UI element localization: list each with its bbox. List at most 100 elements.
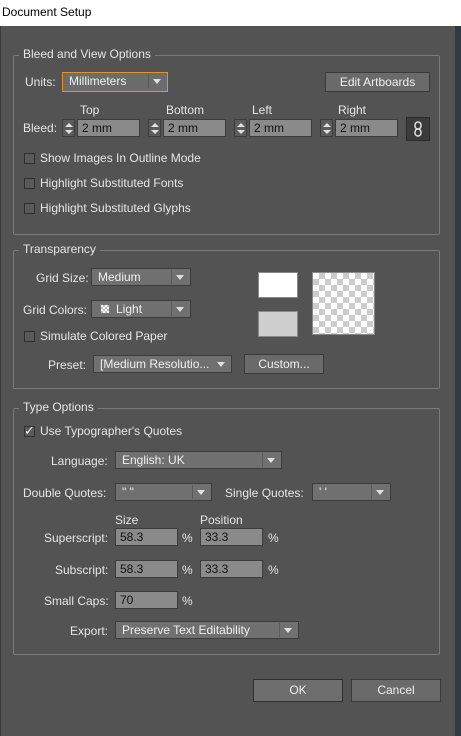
export-dropdown[interactable]: Preserve Text Editability	[115, 621, 299, 639]
chevron-down-icon	[197, 490, 205, 495]
chevron-down-icon	[217, 362, 225, 367]
superscript-size-percent: %	[182, 531, 193, 545]
highlight-glyphs-checkbox[interactable]	[24, 203, 35, 214]
arrow-up-icon	[151, 123, 159, 127]
arrow-down-icon	[151, 130, 159, 134]
bleed-left-header: Left	[252, 103, 273, 117]
grid-colors-separator	[171, 302, 172, 316]
grid-size-dropdown[interactable]: Medium	[91, 268, 191, 286]
bleed-label: Bleed:	[23, 121, 58, 135]
bleed-top-header: Top	[80, 103, 100, 117]
highlight-fonts-label: Highlight Substituted Fonts	[40, 176, 184, 190]
position-header: Position	[200, 513, 243, 527]
transparency-legend: Transparency	[19, 242, 100, 256]
double-quotes-value: " "	[122, 485, 134, 499]
subscript-size-input[interactable]: 58.3	[115, 560, 178, 578]
units-dropdown-separator	[148, 74, 149, 88]
typographers-quotes-label: Use Typographer's Quotes	[40, 424, 183, 438]
bleed-left-input[interactable]: 2 mm	[249, 119, 312, 137]
single-quotes-value: ' '	[319, 485, 327, 499]
superscript-size-input[interactable]: 58.3	[115, 528, 178, 546]
double-quotes-dropdown[interactable]: " "	[115, 483, 212, 501]
arrow-down-icon	[237, 130, 245, 134]
units-dropdown[interactable]: Millimeters	[62, 72, 168, 92]
chevron-down-icon	[267, 458, 275, 463]
language-value: English: UK	[122, 453, 185, 467]
grid-size-label: Grid Size:	[36, 271, 89, 285]
language-dropdown[interactable]: English: UK	[115, 451, 282, 469]
export-value: Preserve Text Editability	[122, 623, 250, 637]
grid-colors-value: Light	[116, 302, 143, 316]
units-label: Units:	[25, 75, 56, 89]
superscript-label: Superscript:	[44, 531, 109, 545]
arrow-down-icon	[65, 130, 73, 134]
grid-color-swatch-icon	[100, 304, 110, 314]
bleed-right-header: Right	[338, 103, 367, 117]
simulate-paper-checkbox[interactable]	[24, 331, 35, 342]
single-quotes-label: Single Quotes:	[225, 486, 304, 500]
cancel-button[interactable]: Cancel	[351, 679, 441, 702]
bleed-right-stepper[interactable]	[320, 119, 333, 137]
show-images-outline-checkbox[interactable]	[24, 153, 35, 164]
grid-size-value: Medium	[98, 270, 141, 284]
arrow-up-icon	[65, 123, 73, 127]
check-icon: ✓	[24, 423, 35, 438]
language-separator	[262, 453, 263, 467]
simulate-paper-label: Simulate Colored Paper	[40, 329, 168, 343]
small-caps-label: Small Caps:	[44, 594, 109, 608]
subscript-position-percent: %	[268, 563, 279, 577]
bleed-top-input[interactable]: 2 mm	[77, 119, 140, 137]
subscript-size-percent: %	[182, 563, 193, 577]
chevron-down-icon	[284, 628, 292, 633]
bleed-left-stepper[interactable]	[234, 119, 247, 137]
arrow-down-icon	[323, 130, 331, 134]
chain-link-icon	[414, 121, 422, 137]
chevron-down-icon	[153, 79, 161, 84]
arrow-up-icon	[237, 123, 245, 127]
highlight-glyphs-label: Highlight Substituted Glyphs	[40, 201, 191, 215]
window-edge	[455, 26, 461, 736]
units-value: Millimeters	[69, 74, 127, 88]
preset-dropdown[interactable]: [Medium Resolutio...	[93, 355, 232, 373]
grid-color-white-swatch[interactable]	[258, 272, 298, 298]
single-quotes-separator	[371, 485, 372, 499]
chevron-down-icon	[176, 275, 184, 280]
type-options-legend: Type Options	[19, 400, 98, 414]
preset-value: [Medium Resolutio...	[100, 357, 210, 371]
bleed-bottom-header: Bottom	[166, 103, 205, 117]
bleed-view-legend: Bleed and View Options	[19, 47, 155, 61]
subscript-label: Subscript:	[55, 563, 109, 577]
superscript-position-percent: %	[268, 531, 279, 545]
small-caps-percent: %	[182, 594, 193, 608]
chevron-down-icon	[376, 490, 384, 495]
window-title: Document Setup	[0, 0, 461, 26]
typographers-quotes-checkbox[interactable]: ✓	[24, 423, 35, 438]
show-images-outline-label: Show Images In Outline Mode	[40, 151, 201, 165]
bleed-right-input[interactable]: 2 mm	[335, 119, 398, 137]
edit-artboards-button[interactable]: Edit Artboards	[325, 72, 430, 92]
double-quotes-separator	[192, 485, 193, 499]
custom-button[interactable]: Custom...	[244, 354, 324, 374]
superscript-position-input[interactable]: 33.3	[200, 528, 263, 546]
bleed-top-stepper[interactable]	[62, 119, 75, 137]
chevron-down-icon	[176, 307, 184, 312]
grid-colors-label: Grid Colors:	[23, 303, 88, 317]
language-label: Language:	[51, 454, 108, 468]
bleed-bottom-input[interactable]: 2 mm	[163, 119, 226, 137]
transparency-grid-preview	[312, 272, 375, 335]
subscript-position-input[interactable]: 33.3	[200, 560, 263, 578]
grid-colors-dropdown[interactable]: Light	[91, 300, 191, 318]
link-bleed-button[interactable]	[406, 117, 430, 141]
highlight-fonts-checkbox[interactable]	[24, 178, 35, 189]
single-quotes-dropdown[interactable]: ' '	[312, 483, 391, 501]
bleed-bottom-stepper[interactable]	[148, 119, 161, 137]
double-quotes-label: Double Quotes:	[23, 486, 107, 500]
small-caps-input[interactable]: 70	[115, 591, 178, 609]
grid-size-separator	[171, 270, 172, 284]
export-label: Export:	[70, 624, 109, 638]
grid-color-light-swatch[interactable]	[258, 311, 298, 337]
export-separator	[279, 623, 280, 637]
preset-label: Preset:	[48, 358, 87, 372]
ok-button[interactable]: OK	[253, 679, 343, 702]
size-header: Size	[115, 513, 139, 527]
